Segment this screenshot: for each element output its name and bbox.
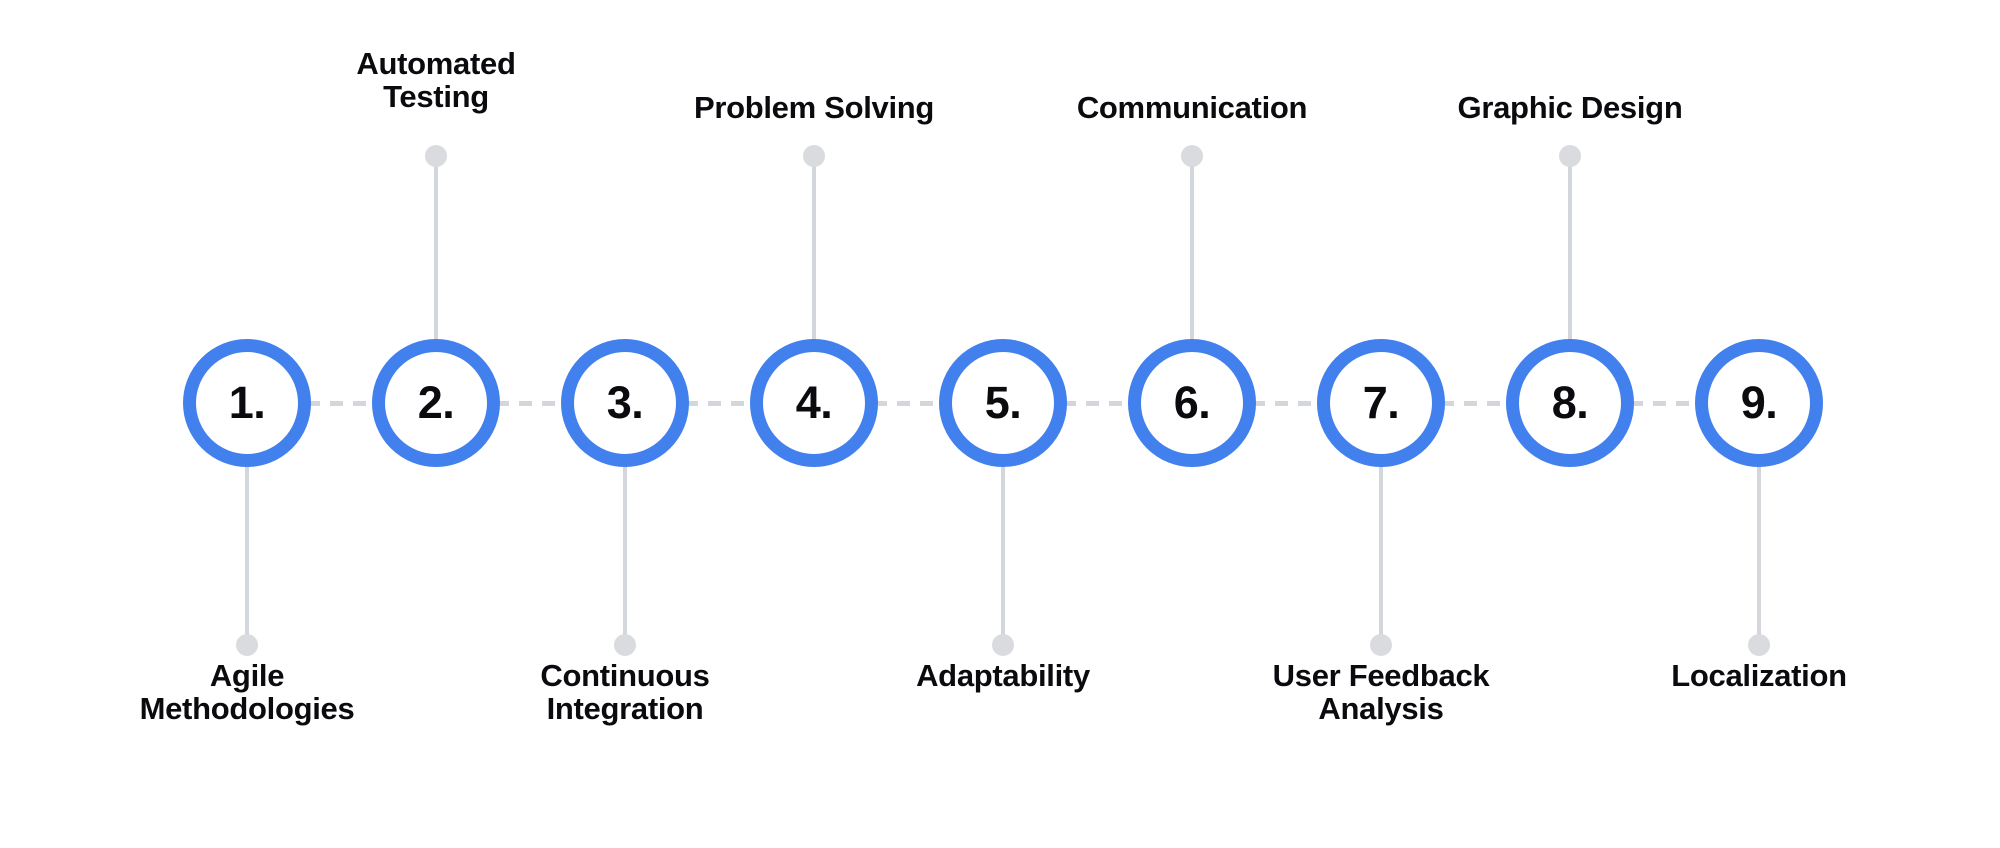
- step-number-9: 9.: [1740, 376, 1778, 428]
- step-label-8: Graphic Design: [1457, 90, 1683, 125]
- step-number-2: 2.: [417, 376, 455, 428]
- stem-line-1: [245, 467, 249, 645]
- stem-dot-9: [1748, 634, 1770, 656]
- step-label-5: Adaptability: [916, 658, 1090, 693]
- stem-line-5: [1001, 467, 1005, 645]
- step-node-3[interactable]: 3.: [561, 339, 689, 467]
- step-number-7: 7.: [1362, 376, 1400, 428]
- stem-line-2: [434, 160, 438, 340]
- step-label-4: Problem Solving: [693, 90, 935, 125]
- step-label-1: Agile Methodologies: [139, 658, 355, 726]
- stem-line-3: [623, 467, 627, 645]
- step-node-2[interactable]: 2.: [372, 339, 500, 467]
- stem-line-6: [1190, 160, 1194, 340]
- step-label-6: Communication: [1076, 90, 1308, 125]
- step-number-1: 1.: [228, 376, 266, 428]
- stem-dot-2: [425, 145, 447, 167]
- stem-line-9: [1757, 467, 1761, 645]
- step-number-4: 4.: [795, 376, 833, 428]
- spine-connector-7-8: [1441, 401, 1510, 406]
- timeline-infographic: 1. 2. 3. 4. 5. 6. 7. 8. 9. Agile Methodologies Au…: [0, 0, 2000, 848]
- step-label-9: Localization: [1671, 658, 1847, 693]
- step-number-5: 5.: [984, 376, 1022, 428]
- step-node-8[interactable]: 8.: [1506, 339, 1634, 467]
- spine-connector-5-6: [1063, 401, 1132, 406]
- stem-dot-5: [992, 634, 1014, 656]
- stem-line-8: [1568, 160, 1572, 340]
- spine-connector-4-5: [874, 401, 943, 406]
- spine-connector-6-7: [1252, 401, 1321, 406]
- step-label-2: Automated Testing: [356, 46, 516, 114]
- step-number-8: 8.: [1551, 376, 1589, 428]
- step-node-7[interactable]: 7.: [1317, 339, 1445, 467]
- stem-line-7: [1379, 467, 1383, 645]
- spine-connector-1-2: [307, 401, 376, 406]
- stem-dot-6: [1181, 145, 1203, 167]
- step-number-6: 6.: [1173, 376, 1211, 428]
- spine-connector-8-9: [1630, 401, 1699, 406]
- stem-dot-4: [803, 145, 825, 167]
- step-node-1[interactable]: 1.: [183, 339, 311, 467]
- stem-line-4: [812, 160, 816, 340]
- step-number-3: 3.: [606, 376, 644, 428]
- step-label-7: User Feedback Analysis: [1272, 658, 1490, 726]
- stem-dot-7: [1370, 634, 1392, 656]
- spine-connector-2-3: [496, 401, 565, 406]
- step-node-4[interactable]: 4.: [750, 339, 878, 467]
- step-node-9[interactable]: 9.: [1695, 339, 1823, 467]
- stem-dot-8: [1559, 145, 1581, 167]
- step-node-5[interactable]: 5.: [939, 339, 1067, 467]
- step-label-3: Continuous Integration: [540, 658, 710, 726]
- step-node-6[interactable]: 6.: [1128, 339, 1256, 467]
- stem-dot-3: [614, 634, 636, 656]
- spine-connector-3-4: [685, 401, 754, 406]
- stem-dot-1: [236, 634, 258, 656]
